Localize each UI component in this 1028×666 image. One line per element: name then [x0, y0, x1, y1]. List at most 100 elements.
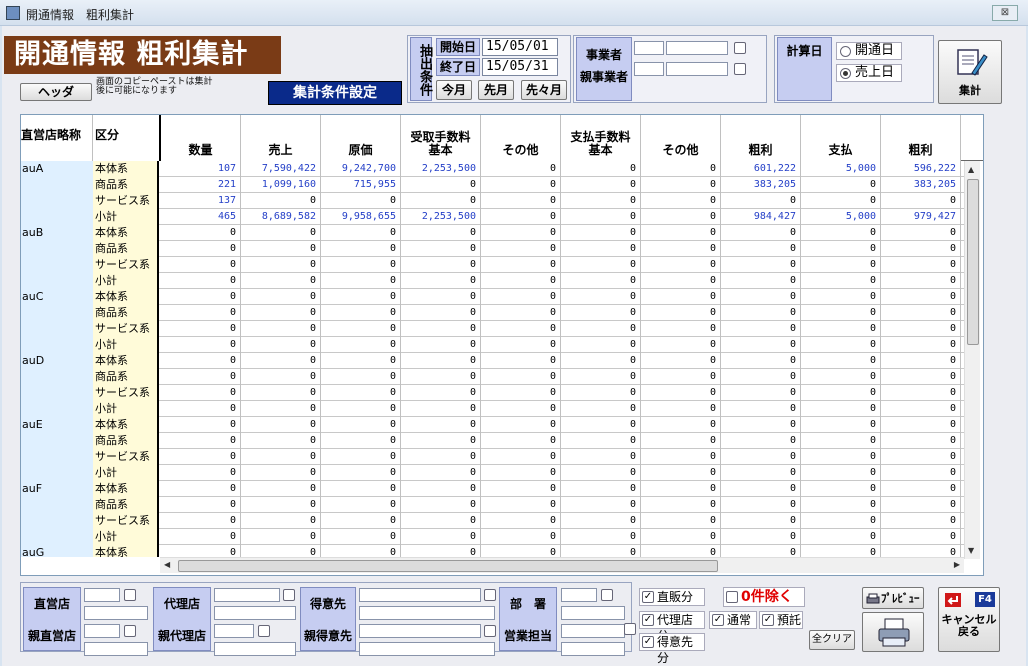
- condition-settings-button[interactable]: 集計条件設定: [268, 81, 402, 105]
- table-row[interactable]: 小計 0 0 0 0 0 0 0 0 0 0: [21, 401, 965, 417]
- last-month-button[interactable]: 先月: [478, 80, 514, 100]
- parent-client-name-input[interactable]: [359, 642, 495, 656]
- table-row[interactable]: auA 本体系 107 7,590,422 9,242,700 2,253,500 0 0 0 6…: [21, 161, 965, 177]
- table-row[interactable]: 小計 0 0 0 0 0 0 0 0 0 0: [21, 465, 965, 481]
- clear-all-button[interactable]: 全クリア: [809, 630, 855, 650]
- aggregate-button[interactable]: 集計: [938, 40, 1002, 104]
- this-month-button[interactable]: 今月: [436, 80, 472, 100]
- data-grid[interactable]: 直営店略称 区分 数量 売上 原価 受取手数料 基本 その他 支払手数料 基本 …: [20, 114, 984, 576]
- agency-option[interactable]: ✓ 代理店分: [639, 611, 705, 643]
- table-row[interactable]: auG 本体系 0 0 0 0 0 0 0 0 0 0: [21, 545, 965, 557]
- parent-business-checkbox[interactable]: [734, 63, 746, 75]
- table-row[interactable]: auB 本体系 0 0 0 0 0 0 0 0 0 0: [21, 225, 965, 241]
- print-button[interactable]: [862, 612, 924, 652]
- calc-option-open-label: 開通日: [855, 43, 895, 58]
- parent-agency-checkbox[interactable]: [258, 625, 270, 637]
- client-label-box: 得意先 親得意先: [300, 587, 356, 651]
- vertical-scroll-thumb[interactable]: [967, 179, 979, 345]
- store-code-input[interactable]: [84, 588, 120, 602]
- business-name-input[interactable]: [666, 41, 728, 55]
- agency-check-icon[interactable]: ✓: [642, 614, 654, 626]
- client-checkbox[interactable]: [484, 589, 496, 601]
- table-row[interactable]: サービス系 0 0 0 0 0 0 0 0 0 0: [21, 449, 965, 465]
- table-row[interactable]: サービス系 0 0 0 0 0 0 0 0 0 0: [21, 385, 965, 401]
- sales-rep-code-input[interactable]: [561, 624, 625, 638]
- exclude-zero-check-icon[interactable]: [726, 591, 738, 603]
- vertical-scrollbar[interactable]: ▲ ▼: [964, 161, 980, 559]
- table-row[interactable]: サービス系 0 0 0 0 0 0 0 0 0 0: [21, 513, 965, 529]
- table-row[interactable]: サービス系 137 0 0 0 0 0 0 0 0 0: [21, 193, 965, 209]
- horizontal-scrollbar[interactable]: ◀ ▶: [160, 557, 964, 573]
- table-row[interactable]: auE 本体系 0 0 0 0 0 0 0 0 0 0: [21, 417, 965, 433]
- preview-button[interactable]: ﾌﾟﾚﾋﾞｭｰ: [862, 587, 924, 609]
- agency-code-input[interactable]: [214, 588, 280, 602]
- deposit-option[interactable]: ✓ 預託: [759, 611, 803, 629]
- scroll-left-icon[interactable]: ◀: [164, 560, 170, 569]
- parent-agency-name-input[interactable]: [214, 642, 296, 656]
- dept-name-input[interactable]: [561, 606, 625, 620]
- table-row[interactable]: auC 本体系 0 0 0 0 0 0 0 0 0 0: [21, 289, 965, 305]
- sales-rep-checkbox[interactable]: [624, 623, 636, 635]
- table-row[interactable]: 商品系 0 0 0 0 0 0 0 0 0 0: [21, 369, 965, 385]
- table-row[interactable]: auD 本体系 0 0 0 0 0 0 0 0 0 0: [21, 353, 965, 369]
- business-code-input[interactable]: [634, 41, 664, 55]
- close-button[interactable]: ⊠: [992, 5, 1018, 21]
- parent-business-name-input[interactable]: [666, 62, 728, 76]
- calc-option-open[interactable]: 開通日: [836, 42, 902, 60]
- radio-sales-icon[interactable]: [840, 68, 851, 79]
- exclude-zero-option[interactable]: 0件除く: [723, 587, 805, 607]
- scroll-down-icon[interactable]: ▼: [968, 546, 974, 555]
- direct-sales-option[interactable]: ✓ 直販分: [639, 588, 705, 606]
- client-option[interactable]: ✓ 得意先分: [639, 633, 705, 665]
- client-code-input[interactable]: [359, 588, 481, 602]
- table-row[interactable]: サービス系 0 0 0 0 0 0 0 0 0 0: [21, 321, 965, 337]
- parent-store-checkbox[interactable]: [124, 625, 136, 637]
- normal-option[interactable]: ✓ 通常: [709, 611, 757, 629]
- table-row[interactable]: 小計 0 0 0 0 0 0 0 0 0 0: [21, 529, 965, 545]
- dept-checkbox[interactable]: [601, 589, 613, 601]
- business-checkbox[interactable]: [734, 42, 746, 54]
- table-row[interactable]: サービス系 0 0 0 0 0 0 0 0 0 0: [21, 257, 965, 273]
- client-check-icon[interactable]: ✓: [642, 636, 654, 648]
- start-date-input[interactable]: 15/05/01: [482, 38, 558, 56]
- cell-value: 0: [641, 225, 721, 241]
- agency-checkbox[interactable]: [283, 589, 295, 601]
- end-date-input[interactable]: 15/05/31: [482, 58, 558, 76]
- dept-code-input[interactable]: [561, 588, 597, 602]
- horizontal-scroll-thumb[interactable]: [178, 560, 718, 572]
- parent-store-code-input[interactable]: [84, 624, 120, 638]
- normal-check-icon[interactable]: ✓: [712, 614, 724, 626]
- table-row[interactable]: 商品系 0 0 0 0 0 0 0 0 0 0: [21, 433, 965, 449]
- parent-client-code-input[interactable]: [359, 624, 481, 638]
- parent-agency-code-input[interactable]: [214, 624, 254, 638]
- cell-kubun: サービス系: [93, 513, 159, 529]
- cell-store: auG: [21, 545, 93, 557]
- table-row[interactable]: 小計 0 0 0 0 0 0 0 0 0 0: [21, 273, 965, 289]
- direct-sales-check-icon[interactable]: ✓: [642, 591, 654, 603]
- client-name-input[interactable]: [359, 606, 495, 620]
- agency-name-input[interactable]: [214, 606, 296, 620]
- radio-open-icon[interactable]: [840, 46, 851, 57]
- cancel-button[interactable]: F4 キャンセル 戻る: [938, 587, 1000, 652]
- table-row[interactable]: 商品系 221 1,099,160 715,955 0 0 0 0 383,205 0 383,20…: [21, 177, 965, 193]
- parent-business-code-input[interactable]: [634, 62, 664, 76]
- store-name-input[interactable]: [84, 606, 148, 620]
- scroll-right-icon[interactable]: ▶: [954, 560, 960, 569]
- table-row[interactable]: 商品系 0 0 0 0 0 0 0 0 0 0: [21, 241, 965, 257]
- sales-rep-label: 営業担当: [503, 629, 552, 643]
- scroll-up-icon[interactable]: ▲: [968, 165, 974, 174]
- table-row[interactable]: 商品系 0 0 0 0 0 0 0 0 0 0: [21, 497, 965, 513]
- table-row[interactable]: 商品系 0 0 0 0 0 0 0 0 0 0: [21, 305, 965, 321]
- calc-option-sales[interactable]: 売上日: [836, 64, 902, 82]
- table-row[interactable]: 小計 0 0 0 0 0 0 0 0 0 0: [21, 337, 965, 353]
- table-row[interactable]: 小計 465 8,689,582 9,958,655 2,253,500 0 0 0 984,4…: [21, 209, 965, 225]
- header-button[interactable]: ヘッダ: [20, 83, 92, 101]
- sales-rep-name-input[interactable]: [561, 642, 625, 656]
- cell-value: 0: [641, 465, 721, 481]
- table-row[interactable]: auF 本体系 0 0 0 0 0 0 0 0 0 0: [21, 481, 965, 497]
- prev-month-button[interactable]: 先々月: [521, 80, 567, 100]
- deposit-check-icon[interactable]: ✓: [762, 614, 774, 626]
- store-checkbox[interactable]: [124, 589, 136, 601]
- parent-store-name-input[interactable]: [84, 642, 148, 656]
- parent-client-checkbox[interactable]: [484, 625, 496, 637]
